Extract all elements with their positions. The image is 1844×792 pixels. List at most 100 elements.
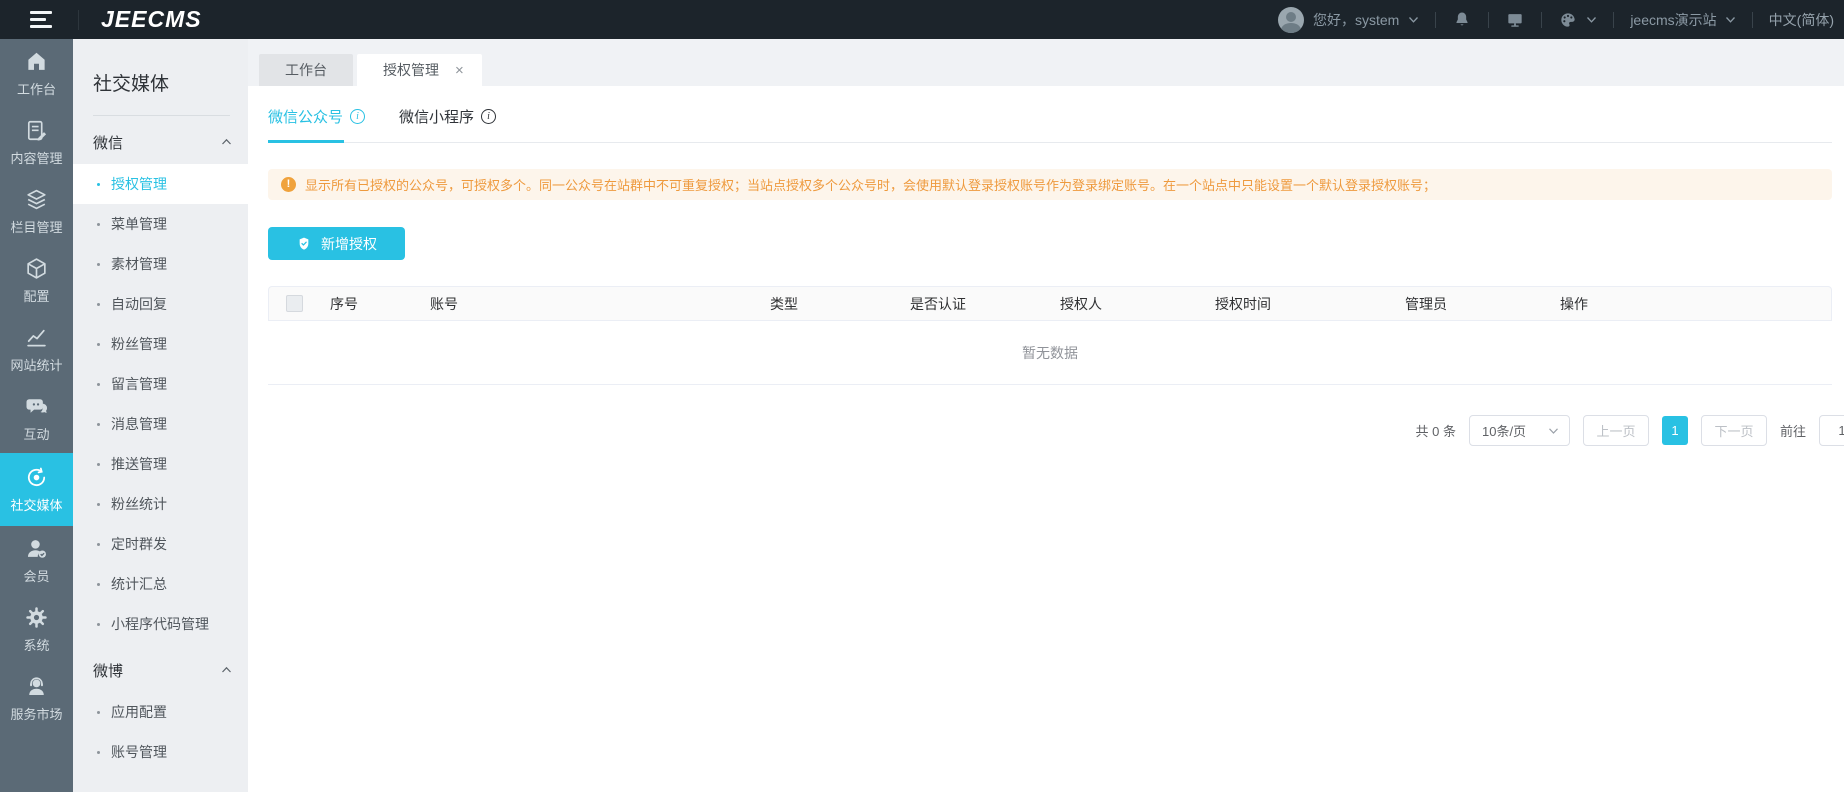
goto-page-input[interactable] xyxy=(1819,415,1844,446)
submenu-item-menus[interactable]: 菜单管理 xyxy=(73,204,248,244)
bullet-dot xyxy=(97,422,100,426)
submenu-item-label: 自动回复 xyxy=(111,296,167,312)
topbar-separator xyxy=(1541,11,1543,28)
page-size-select[interactable]: 10条/页 xyxy=(1468,415,1570,446)
sidebar-item-social-media[interactable]: 社交媒体 xyxy=(0,453,73,526)
palette-icon xyxy=(1561,12,1575,27)
empty-state-text: 暂无数据 xyxy=(268,321,1832,385)
chevron-up-icon xyxy=(222,666,231,673)
document-edit-icon xyxy=(27,120,47,141)
tab-workbench[interactable]: 工作台 xyxy=(259,54,353,86)
content-area: 工作台 授权管理 × 微信公众号 i 微信小程序 i ! 显示所有已授权的公众号… xyxy=(248,39,1844,792)
menu-toggle-icon[interactable] xyxy=(30,11,54,28)
submenu-item-fans[interactable]: 粉丝管理 xyxy=(73,324,248,364)
submenu-item-account-management[interactable]: 账号管理 xyxy=(73,732,248,772)
social-media-icon xyxy=(27,467,46,486)
info-icon[interactable]: i xyxy=(481,109,497,124)
column-header: 操作 xyxy=(1550,286,1832,321)
bullet-dot xyxy=(97,182,100,186)
chat-bubbles-icon xyxy=(26,399,48,413)
bullet-dot xyxy=(97,750,100,754)
current-page-button[interactable]: 1 xyxy=(1661,416,1688,445)
submenu-divider xyxy=(93,115,230,116)
bell-icon[interactable] xyxy=(1452,10,1472,30)
topbar: JEECMS 您好，system jeecms演示站 中文(简体) xyxy=(0,0,1844,39)
sidebar-item-statistics[interactable]: 网站统计 xyxy=(0,315,73,384)
bullet-dot xyxy=(97,710,100,714)
topbar-separator xyxy=(1751,11,1753,28)
bullet-dot xyxy=(97,262,100,266)
prev-page-button[interactable]: 上一页 xyxy=(1582,415,1649,446)
column-header: 账号 xyxy=(420,286,760,321)
select-all-checkbox[interactable] xyxy=(286,295,303,313)
sidebar-item-label: 互动 xyxy=(23,427,50,442)
sidebar-item-content[interactable]: 内容管理 xyxy=(0,108,73,177)
submenu-item-app-config[interactable]: 应用配置 xyxy=(73,692,248,732)
monitor-icon[interactable] xyxy=(1505,10,1525,30)
app-root: JEECMS 您好，system jeecms演示站 中文(简体) 工作台 内容… xyxy=(0,0,1844,792)
submenu-item-authorization[interactable]: 授权管理 xyxy=(73,164,248,204)
column-header: 序号 xyxy=(320,286,420,321)
app-logo[interactable]: JEECMS xyxy=(101,6,202,33)
main-panel: 微信公众号 i 微信小程序 i ! 显示所有已授权的公众号，可授权多个。同一公众… xyxy=(248,86,1844,792)
chevron-up-icon xyxy=(222,138,231,145)
service-headset-icon xyxy=(29,677,44,696)
subtab-wechat-official-account[interactable]: 微信公众号 i xyxy=(268,106,366,143)
sidebar-item-label: 社交媒体 xyxy=(10,498,63,513)
tabbar: 工作台 授权管理 × xyxy=(248,39,1844,86)
topbar-right: 您好，system jeecms演示站 中文(简体) xyxy=(1277,6,1844,33)
next-page-button[interactable]: 下一页 xyxy=(1700,415,1767,446)
info-icon[interactable]: i xyxy=(350,109,366,124)
submenu-item-materials[interactable]: 素材管理 xyxy=(73,244,248,284)
cube-icon xyxy=(27,258,46,279)
chevron-down-icon xyxy=(1587,16,1597,23)
add-authorization-button[interactable]: 新增授权 xyxy=(268,227,405,260)
column-header: 授权时间 xyxy=(1205,286,1395,321)
topbar-separator xyxy=(1613,11,1615,28)
sidebar-item-label: 网站统计 xyxy=(10,358,63,373)
close-icon[interactable]: × xyxy=(455,63,464,78)
submenu-section-label: 微博 xyxy=(93,662,124,680)
sidebar-item-workbench[interactable]: 工作台 xyxy=(0,39,73,108)
submenu-item-scheduled-broadcast[interactable]: 定时群发 xyxy=(73,524,248,564)
column-header: 授权人 xyxy=(1050,286,1205,321)
submenu-section-weibo[interactable]: 微博 xyxy=(73,648,248,692)
sidebar-item-interaction[interactable]: 互动 xyxy=(0,384,73,453)
authorization-table: 序号 账号 类型 是否认证 授权人 授权时间 管理员 操作 暂无数据 xyxy=(268,286,1832,385)
sidebar-item-label: 会员 xyxy=(23,569,50,584)
sidebar-item-members[interactable]: 会员 xyxy=(0,526,73,595)
submenu-item-stats-summary[interactable]: 统计汇总 xyxy=(73,564,248,604)
sidebar-item-marketplace[interactable]: 服务市场 xyxy=(0,664,73,733)
avatar xyxy=(1277,6,1304,33)
subtabs: 微信公众号 i 微信小程序 i xyxy=(268,86,1832,143)
tab-authorization[interactable]: 授权管理 × xyxy=(357,54,482,86)
bullet-dot xyxy=(97,342,100,346)
bullet-dot xyxy=(97,222,100,226)
submenu-item-messages-board[interactable]: 留言管理 xyxy=(73,364,248,404)
submenu-item-fan-stats[interactable]: 粉丝统计 xyxy=(73,484,248,524)
chevron-down-icon xyxy=(1725,16,1735,23)
submenu-item-label: 账号管理 xyxy=(111,744,167,760)
site-switcher[interactable]: jeecms演示站 xyxy=(1630,10,1735,30)
topbar-separator xyxy=(1488,11,1490,28)
column-header: 类型 xyxy=(760,286,900,321)
language-switcher[interactable]: 中文(简体) xyxy=(1769,10,1834,30)
submenu-section-wechat[interactable]: 微信 xyxy=(73,120,248,164)
chevron-down-icon xyxy=(1549,427,1558,434)
sidebar-item-label: 系统 xyxy=(23,638,50,653)
submenu-section-label: 微信 xyxy=(93,134,124,152)
user-menu[interactable]: 您好，system xyxy=(1277,6,1419,33)
submenu-item-messages[interactable]: 消息管理 xyxy=(73,404,248,444)
submenu-item-label: 留言管理 xyxy=(111,376,167,392)
submenu-item-auto-reply[interactable]: 自动回复 xyxy=(73,284,248,324)
sidebar-item-system[interactable]: 系统 xyxy=(0,595,73,664)
subtab-wechat-miniprogram[interactable]: 微信小程序 i xyxy=(399,106,497,142)
bullet-dot xyxy=(97,302,100,306)
submenu-item-label: 推送管理 xyxy=(111,456,167,472)
theme-menu[interactable] xyxy=(1558,10,1597,30)
submenu-item-push[interactable]: 推送管理 xyxy=(73,444,248,484)
submenu-item-label: 粉丝统计 xyxy=(111,496,167,512)
sidebar-item-config[interactable]: 配置 xyxy=(0,246,73,315)
sidebar-item-channels[interactable]: 栏目管理 xyxy=(0,177,73,246)
submenu-item-miniprogram-code[interactable]: 小程序代码管理 xyxy=(73,604,248,644)
